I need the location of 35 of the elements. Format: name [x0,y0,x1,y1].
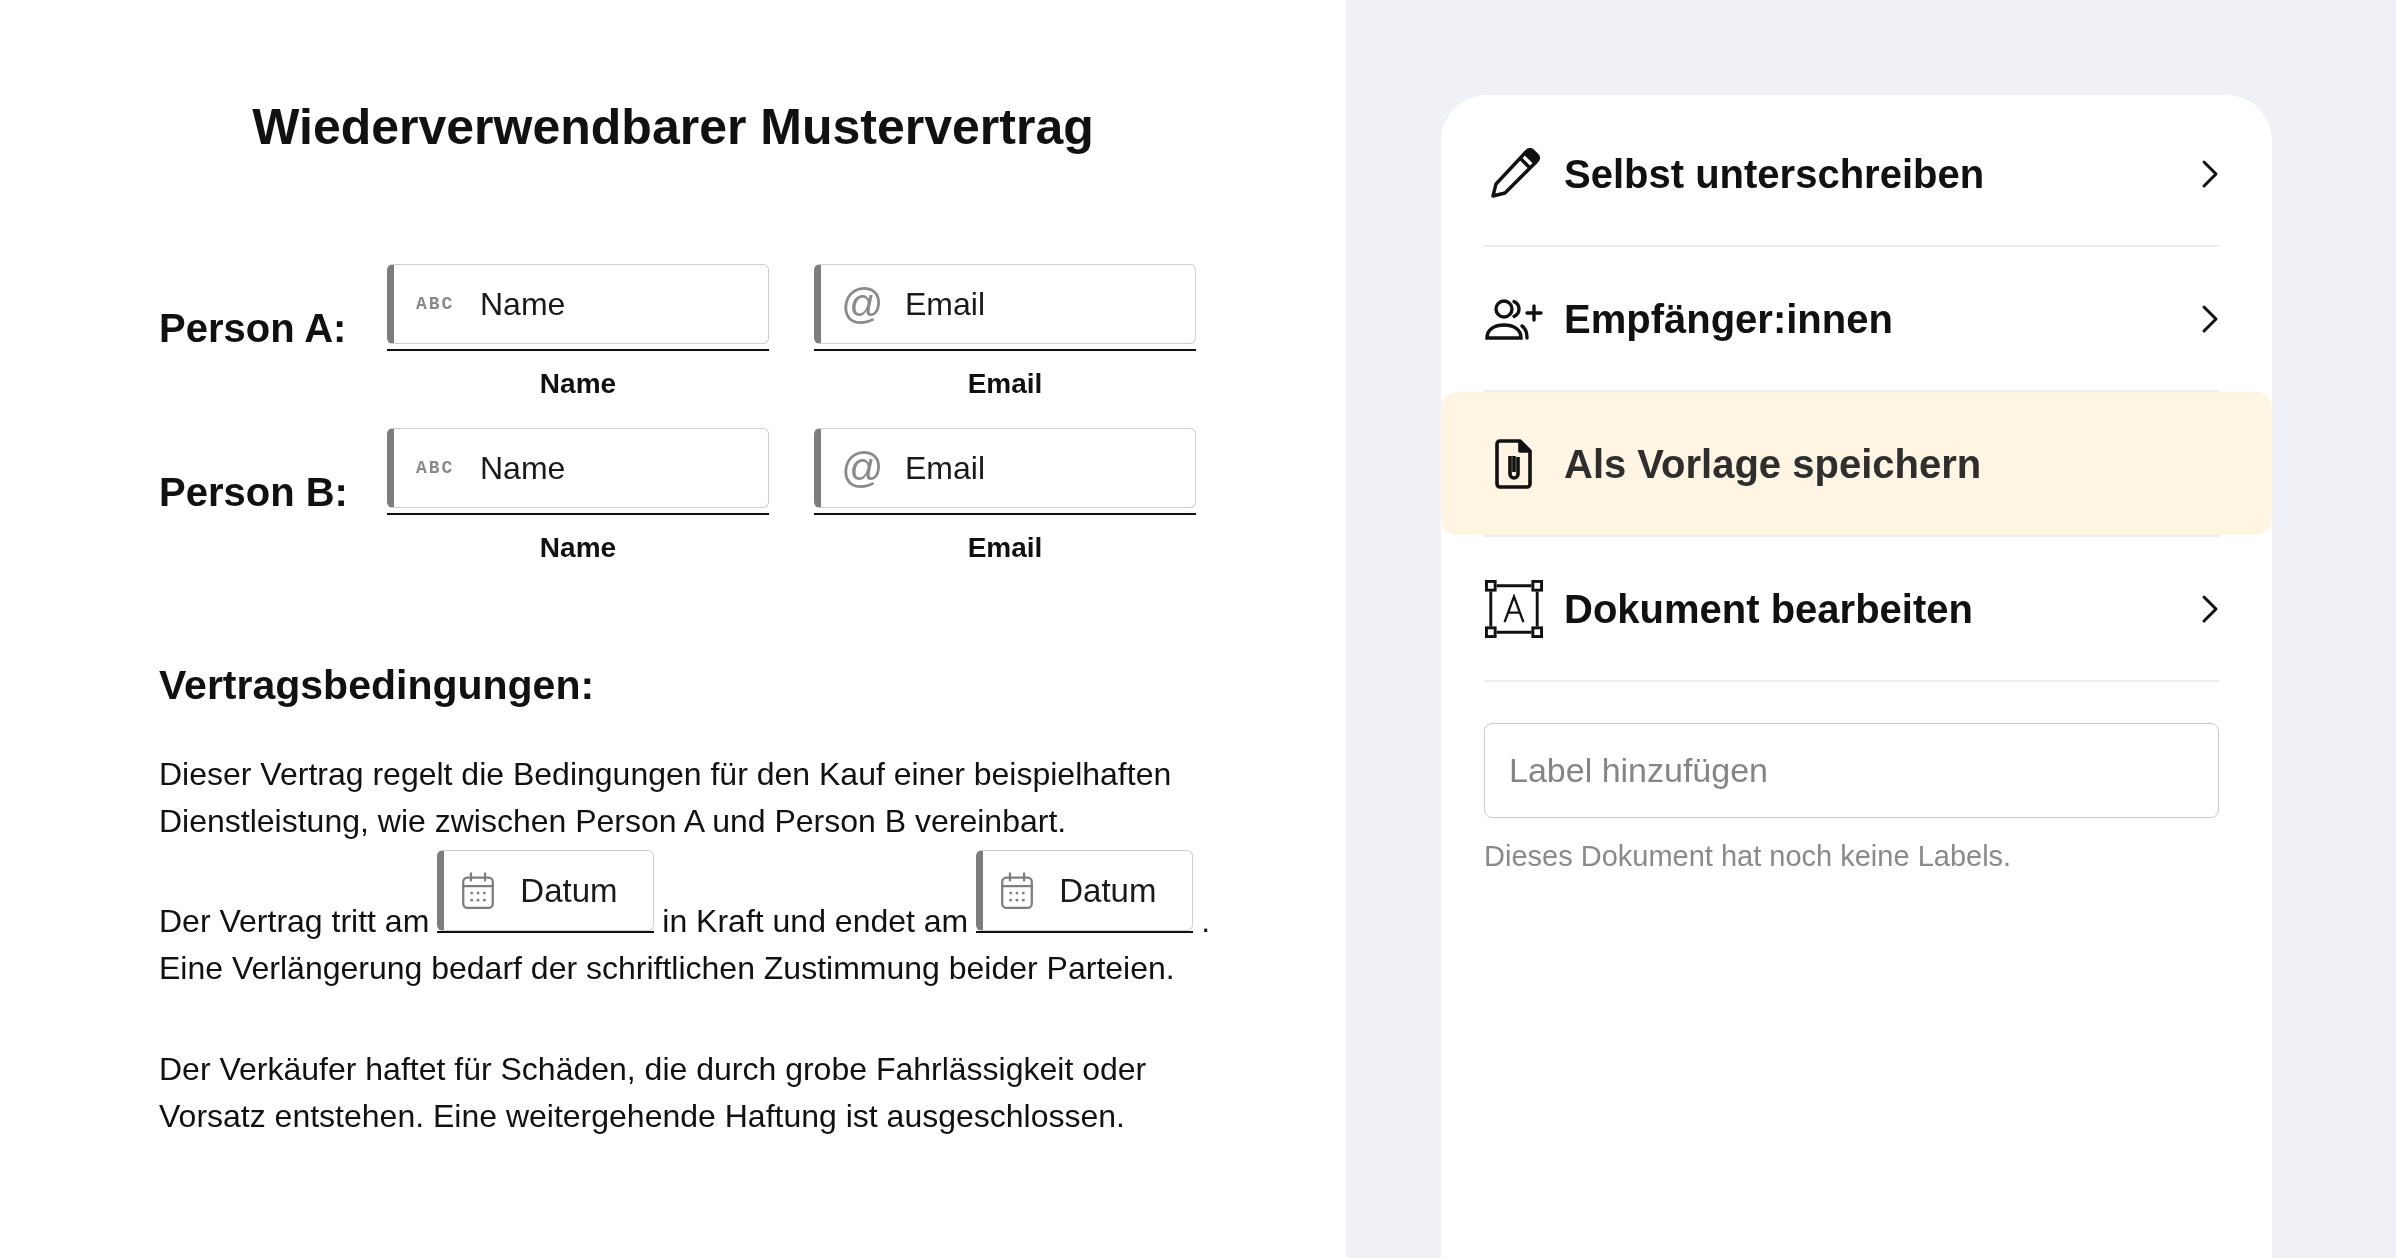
calendar-icon [1000,871,1035,910]
field-caption: Email [966,367,1044,401]
at-sign-icon: @ [841,447,884,489]
document-title: Wiederverwendbarer Mustervertrag [251,98,1095,157]
menu-item[interactable]: Selbst unterschreiben [1441,102,2272,245]
hint-text: Dieses Dokument hat noch keine Labels. [1484,839,2013,874]
paragraph-text: . [1201,902,1211,941]
abc-icon: ABC [416,459,455,477]
party-label: Person A: [159,304,348,352]
field-caption: Name [538,531,618,565]
paragraph-text: in Kraft und endet am [662,902,969,941]
field-caption: Name [538,367,618,401]
section-heading: Vertragsbedingungen: [159,661,596,710]
calendar-icon [461,871,496,910]
paragraph-text: Dieser Vertrag regelt die Bedingungen für den Kauf einer beispielhaften Dienstleistung, wie zwischen Person A und Person B vereinbart. [159,755,1173,841]
party-label: Person B: [159,468,349,516]
menu-item[interactable]: Als Vorlage speichern [1441,392,2272,535]
menu-item[interactable]: Dokument bearbeiten [1441,537,2272,680]
menu-item[interactable]: Empfänger:innen [1441,247,2272,390]
text-frame-icon [1485,579,1543,638]
label-input-field[interactable]: Label hinzufügen [1484,723,2219,818]
chevron-right-icon [2201,593,2219,624]
paragraph-text: Eine Verlängerung bedarf der schriftlichen Zustimmung beider Parteien. [159,949,1175,988]
pencil-icon [1488,147,1540,200]
chevron-right-icon [2201,158,2219,189]
paragraph-text: Der Verkäufer haftet für Schäden, die durch grobe Fahrlässigkeit oder Vorsatz entstehen. Eine weitergehende Haftung ist ausgeschlossen. [159,1050,1148,1136]
person-plus-icon [1484,296,1544,341]
paragraph-text: Der Vertrag tritt am [159,902,430,941]
paperclip-file-icon [1494,437,1534,490]
date-field[interactable]: Datum [976,850,1194,931]
field-caption: Email [966,531,1044,565]
chevron-right-icon [2201,303,2219,334]
at-sign-icon: @ [841,283,884,325]
date-field[interactable]: Datum [437,850,655,931]
abc-icon: ABC [416,295,455,313]
